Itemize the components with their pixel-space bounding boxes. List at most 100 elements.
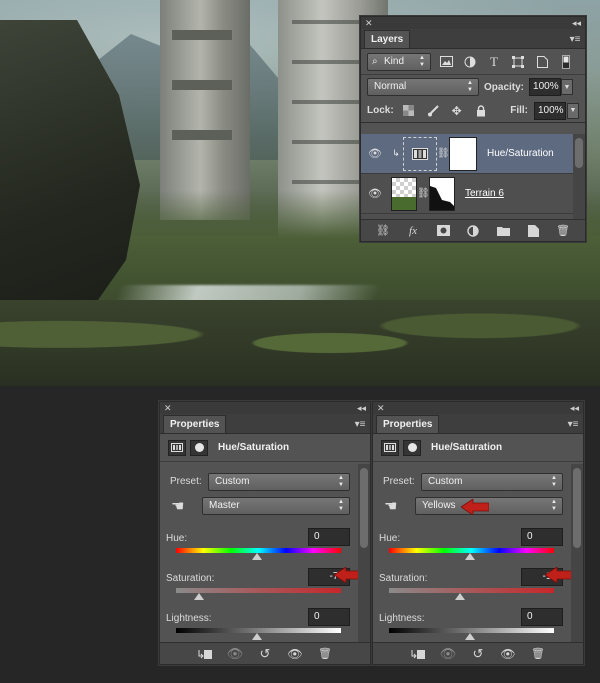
visibility-eye-icon[interactable]: 👁︎	[361, 187, 389, 200]
lock-pixels-brush-icon[interactable]	[424, 103, 442, 119]
clip-to-layer-icon[interactable]	[409, 646, 427, 662]
link-layers-icon[interactable]: ⛓	[374, 223, 392, 239]
chevron-updown-icon: ▲ ▼	[338, 499, 344, 512]
toggle-visibility-eye-icon[interactable]: 👁︎	[286, 646, 304, 662]
collapse-icon[interactable]: ◂◂	[570, 403, 579, 414]
lock-row: Lock: ✥ Fill: 100% ▼	[361, 99, 585, 123]
preset-label: Preset:	[383, 476, 415, 487]
mossy-rocks	[0, 300, 600, 386]
image-filter-icon[interactable]	[437, 54, 455, 70]
chevron-updown-icon: ▲ ▼	[338, 475, 344, 488]
toggle-visibility-eye-icon[interactable]: 👁︎	[499, 646, 517, 662]
saturation-slider-knob[interactable]	[454, 593, 465, 600]
layer-name[interactable]: Hue/Saturation	[487, 148, 554, 159]
new-group-folder-icon[interactable]	[494, 223, 512, 239]
chain-link-icon[interactable]: ⛓	[437, 148, 450, 159]
preset-label: Preset:	[170, 476, 202, 487]
tab-layers[interactable]: Layers	[364, 30, 411, 48]
panel-menu-icon[interactable]: ▾≡	[350, 415, 370, 433]
layers-scrollbar[interactable]	[573, 134, 585, 219]
type-filter-icon[interactable]: T	[485, 54, 503, 70]
hue-slider-knob[interactable]	[465, 553, 475, 560]
new-layer-icon[interactable]	[524, 223, 542, 239]
layers-panel: ✕ ◂◂ Layers ▾≡ ⌕ Kind ▲ ▼ T Normal ▲ ▼ O…	[360, 16, 586, 242]
scrollbar-thumb[interactable]	[573, 468, 581, 548]
add-mask-icon[interactable]	[434, 223, 452, 239]
hue-saturation-icon[interactable]	[381, 439, 399, 456]
trash-icon[interactable]: 🗑︎	[316, 646, 334, 662]
blend-mode-label: Normal	[374, 81, 407, 92]
properties-scrollbar[interactable]	[571, 464, 583, 642]
hue-field[interactable]: 0	[521, 528, 563, 546]
preset-dropdown[interactable]: Custom ▲ ▼	[421, 473, 563, 491]
preset-dropdown[interactable]: Custom ▲ ▼	[208, 473, 350, 491]
visibility-eye-icon[interactable]: 👁︎	[361, 147, 389, 160]
layer-row-terrain[interactable]: 👁︎ ⛓ Terrain 6	[361, 174, 573, 214]
lock-transparency-icon[interactable]	[400, 103, 418, 119]
hue-saturation-icon[interactable]	[168, 439, 186, 456]
lightness-slider-knob[interactable]	[465, 633, 475, 640]
lock-position-move-icon[interactable]: ✥	[448, 103, 466, 119]
reset-icon[interactable]: ↺	[469, 646, 487, 662]
tab-properties[interactable]: Properties	[376, 415, 440, 433]
filter-kind-dropdown[interactable]: ⌕ Kind ▲ ▼	[367, 52, 431, 71]
trash-icon[interactable]: 🗑︎	[529, 646, 547, 662]
filter-toggle-icon[interactable]	[557, 54, 575, 70]
view-previous-state-icon[interactable]: 👁︎	[226, 646, 244, 662]
saturation-slider-knob[interactable]	[194, 593, 205, 600]
shape-filter-icon[interactable]	[509, 54, 527, 70]
tab-properties[interactable]: Properties	[163, 415, 227, 433]
panel-topbar: ✕ ◂◂	[361, 17, 585, 29]
blend-mode-dropdown[interactable]: Normal ▲ ▼	[367, 78, 479, 96]
panel-topbar: ✕ ◂◂	[373, 402, 583, 414]
layer-row-hue-saturation[interactable]: 👁︎ ↳ ⛓ Hue/Saturation	[361, 134, 573, 174]
lightness-label: Lightness:	[379, 613, 425, 624]
fill-field[interactable]: 100%	[534, 101, 566, 120]
mask-icon[interactable]	[190, 439, 208, 456]
annotation-arrow-saturation	[545, 567, 573, 583]
panel-menu-icon[interactable]: ▾≡	[565, 30, 585, 48]
lock-all-icon[interactable]	[472, 103, 490, 119]
hue-slider-knob[interactable]	[252, 553, 262, 560]
opacity-field[interactable]: 100%	[529, 78, 562, 96]
close-icon[interactable]: ✕	[377, 403, 385, 414]
reset-icon[interactable]: ↺	[256, 646, 274, 662]
close-icon[interactable]: ✕	[365, 18, 373, 29]
saturation-slider[interactable]	[389, 588, 554, 593]
mask-icon[interactable]	[403, 439, 421, 456]
scrollbar-thumb[interactable]	[575, 138, 583, 168]
panel-menu-icon[interactable]: ▾≡	[563, 415, 583, 433]
chevron-updown-icon: ▲ ▼	[467, 80, 473, 93]
layer-mask-thumbnail[interactable]	[429, 176, 455, 211]
adjustment-filter-icon[interactable]	[461, 54, 479, 70]
new-adjustment-layer-icon[interactable]	[464, 223, 482, 239]
fill-dropdown-icon[interactable]: ▼	[567, 102, 579, 119]
preset-value: Custom	[428, 476, 463, 487]
targeted-adjustment-hand-icon[interactable]: ☚	[171, 497, 184, 515]
properties-scrollbar[interactable]	[358, 464, 370, 642]
preset-value: Custom	[215, 476, 250, 487]
trash-icon[interactable]: 🗑︎	[554, 223, 572, 239]
scrollbar-thumb[interactable]	[360, 468, 368, 548]
layer-mask-thumbnail[interactable]	[449, 136, 477, 171]
fx-icon[interactable]: fx	[404, 223, 422, 239]
hue-label: Hue:	[166, 533, 188, 544]
opacity-dropdown-icon[interactable]: ▼	[561, 79, 574, 95]
chain-link-icon[interactable]: ⛓	[417, 188, 430, 199]
hue-field[interactable]: 0	[308, 528, 350, 546]
collapse-icon[interactable]: ◂◂	[572, 18, 581, 29]
properties-panel-master: ✕ ◂◂ Properties ▾≡ Hue/Saturation Preset…	[159, 401, 371, 665]
close-icon[interactable]: ✕	[164, 403, 172, 414]
collapse-icon[interactable]: ◂◂	[357, 403, 366, 414]
targeted-adjustment-hand-icon[interactable]: ☚	[384, 497, 397, 515]
channel-dropdown[interactable]: Yellows ▲ ▼	[415, 497, 563, 515]
clip-to-layer-icon[interactable]	[196, 646, 214, 662]
view-previous-state-icon[interactable]: 👁︎	[439, 646, 457, 662]
layer-name[interactable]: Terrain 6	[465, 188, 504, 199]
lightness-field[interactable]: 0	[521, 608, 563, 626]
properties-bottom-toolbar: 👁︎ ↺ 👁︎ 🗑︎	[373, 642, 583, 664]
lightness-slider-knob[interactable]	[252, 633, 262, 640]
channel-dropdown[interactable]: Master ▲ ▼	[202, 497, 350, 515]
smart-object-filter-icon[interactable]	[533, 54, 551, 70]
lightness-field[interactable]: 0	[308, 608, 350, 626]
